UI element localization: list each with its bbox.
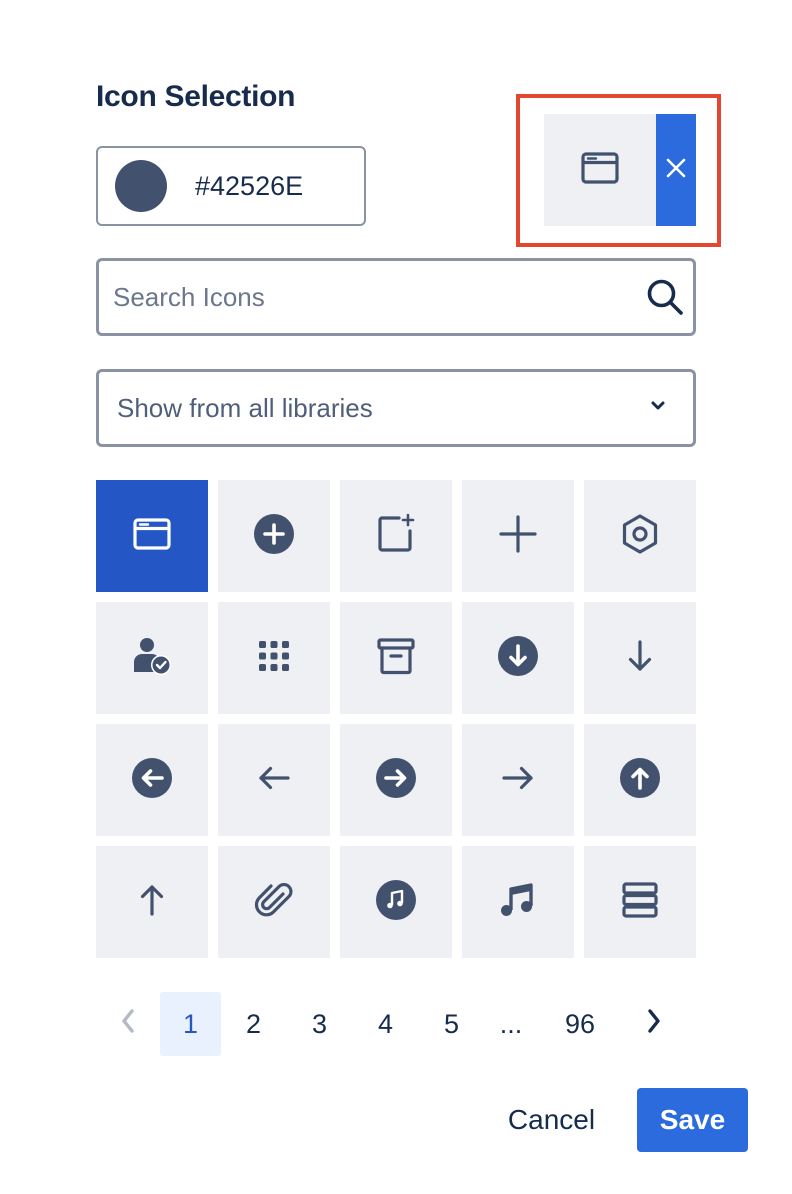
pagination-page-3[interactable]: 3 (292, 992, 347, 1056)
search-field[interactable] (96, 258, 696, 336)
chevron-right-icon (646, 1008, 662, 1041)
icon-option-plus[interactable] (462, 480, 574, 592)
cancel-button[interactable]: Cancel (494, 1088, 609, 1152)
pagination-page-5[interactable]: 5 (424, 992, 479, 1056)
paperclip-icon (250, 876, 298, 929)
icon-option-arrow-left[interactable] (218, 724, 330, 836)
chevron-left-icon (120, 1008, 136, 1041)
dialog-title: Icon Selection (96, 80, 296, 113)
pagination-page-2[interactable]: 2 (226, 992, 281, 1056)
archive-icon (372, 632, 420, 685)
grid-dots-icon (250, 632, 298, 685)
icon-option-grid-dots[interactable] (218, 602, 330, 714)
icon-option-arrow-up-circle[interactable] (584, 724, 696, 836)
pagination-page-96[interactable]: 96 (546, 992, 614, 1056)
search-input[interactable] (99, 261, 643, 333)
icon-option-stack[interactable] (584, 846, 696, 958)
add-page-icon (372, 510, 420, 563)
icon-option-music-circle[interactable] (340, 846, 452, 958)
clear-preview-button[interactable] (656, 114, 696, 226)
icon-option-arrow-right-circle[interactable] (340, 724, 452, 836)
icon-preview (544, 114, 656, 226)
icon-option-archive[interactable] (340, 602, 452, 714)
hexagon-icon (616, 510, 664, 563)
plus-icon (494, 510, 542, 563)
icon-option-add-page[interactable] (340, 480, 452, 592)
icon-option-music-note[interactable] (462, 846, 574, 958)
pagination-ellipsis: ... (499, 1008, 523, 1039)
window-icon (580, 151, 620, 190)
icon-option-hexagon[interactable] (584, 480, 696, 592)
window-icon (128, 510, 176, 563)
music-circle-icon (372, 876, 420, 929)
icon-option-paperclip[interactable] (218, 846, 330, 958)
arrow-up-circle-icon (616, 754, 664, 807)
plus-circle-icon (250, 510, 298, 563)
save-button[interactable]: Save (637, 1088, 748, 1152)
icon-option-window[interactable] (96, 480, 208, 592)
icon-grid (96, 480, 696, 958)
library-select-value: Show from all libraries (117, 392, 373, 423)
color-swatch[interactable] (115, 160, 167, 212)
arrow-left-circle-icon (128, 754, 176, 807)
icon-option-arrow-up[interactable] (96, 846, 208, 958)
library-select[interactable]: Show from all libraries (96, 369, 696, 447)
stack-icon (616, 876, 664, 929)
pagination-next-button[interactable] (634, 992, 674, 1056)
close-icon (665, 157, 687, 184)
icon-option-user-check[interactable] (96, 602, 208, 714)
user-check-icon (128, 632, 176, 685)
icon-option-arrow-down-circle[interactable] (462, 602, 574, 714)
arrow-up-icon (128, 876, 176, 929)
arrow-down-icon (616, 632, 664, 685)
arrow-left-icon (250, 754, 298, 807)
icon-option-arrow-down[interactable] (584, 602, 696, 714)
pagination-page-1[interactable]: 1 (160, 992, 221, 1056)
arrow-right-icon (494, 754, 542, 807)
arrow-down-circle-icon (494, 632, 542, 685)
color-value: #42526E (195, 170, 304, 201)
pagination-page-4[interactable]: 4 (358, 992, 413, 1056)
chevron-down-icon (649, 399, 667, 417)
pagination: 1 2 3 4 5... 96 (96, 992, 696, 1056)
arrow-right-circle-icon (372, 754, 420, 807)
icon-option-plus-circle[interactable] (218, 480, 330, 592)
icon-option-arrow-right[interactable] (462, 724, 574, 836)
icon-option-arrow-left-circle[interactable] (96, 724, 208, 836)
color-field[interactable]: #42526E (96, 146, 366, 226)
music-note-icon (494, 876, 542, 929)
pagination-prev-button[interactable] (108, 992, 148, 1056)
search-icon[interactable] (643, 275, 687, 319)
